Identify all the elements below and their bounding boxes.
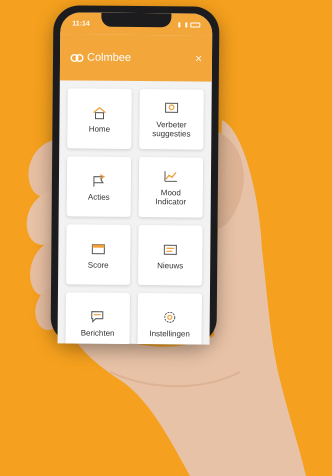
menu-item-acties[interactable]: Acties (66, 156, 132, 217)
brand: Colmbee (70, 51, 131, 64)
signal-icon (178, 21, 188, 27)
trend-chart-icon (162, 168, 180, 184)
menu-item-label: Verbeter suggesties (152, 120, 191, 139)
menu-item-label: Acties (87, 192, 110, 202)
menu-item-verbeter-suggesties[interactable]: Verbeter suggesties (139, 89, 204, 150)
menu-grid: Home Verbeter suggesties Acties Mood Ind… (65, 88, 204, 345)
gear-icon (161, 309, 179, 325)
menu-item-label: Nieuws (157, 260, 184, 270)
menu-item-nieuws[interactable]: Nieuws (138, 225, 203, 286)
menu-item-mood-indicator[interactable]: Mood Indicator (138, 157, 204, 218)
menu-item-home[interactable]: Home (67, 88, 132, 149)
phone-screen: 11:14 Colmbee × Home Verbeter suggesties… (57, 12, 213, 345)
chat-icon (89, 308, 107, 324)
menu-item-label: Score (87, 260, 109, 270)
status-icons (178, 21, 201, 28)
app-header: Colmbee × (59, 34, 213, 82)
photo-scene: 11:14 Colmbee × Home Verbeter suggesties… (0, 0, 332, 476)
menu-item-instellingen[interactable]: Instellingen (137, 293, 202, 345)
menu-item-label: Home (88, 124, 111, 134)
lightbulb-icon (163, 100, 181, 116)
menu-item-score[interactable]: Score (66, 224, 131, 285)
menu-item-label: Berichten (80, 328, 115, 338)
menu-item-label: Instellingen (149, 328, 190, 338)
phone: 11:14 Colmbee × Home Verbeter suggesties… (50, 5, 220, 345)
menu-item-berichten[interactable]: Berichten (65, 292, 130, 345)
flag-icon (90, 172, 108, 188)
newspaper-icon (161, 241, 179, 257)
home-icon (90, 104, 108, 120)
battery-icon (190, 21, 201, 28)
status-time: 11:14 (72, 19, 90, 28)
close-icon[interactable]: × (195, 52, 202, 66)
phone-notch (101, 12, 172, 28)
menu-item-label: Mood Indicator (155, 188, 187, 207)
brand-name: Colmbee (86, 51, 132, 64)
calendar-icon (89, 240, 107, 256)
logo-icon (70, 53, 84, 62)
